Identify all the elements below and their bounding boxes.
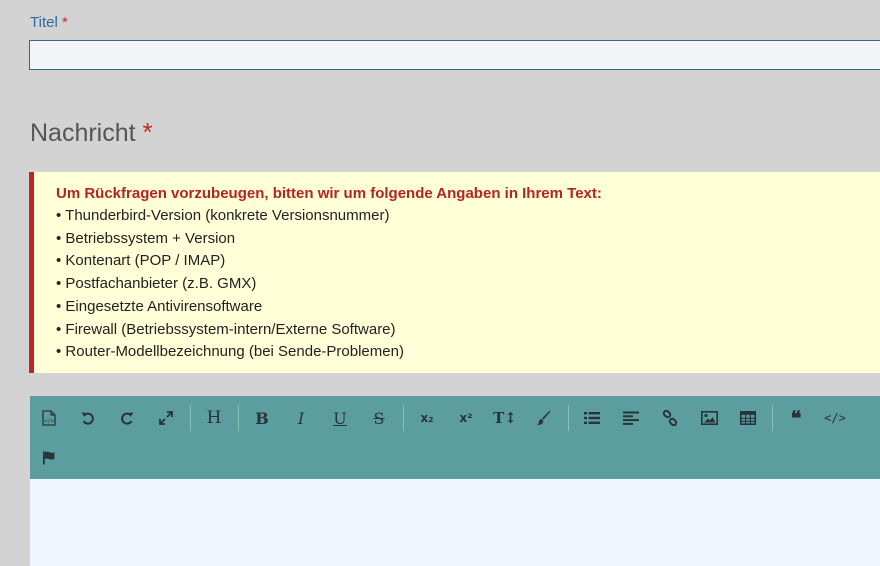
title-label-text: Titel xyxy=(30,14,58,31)
hint-item: Firewall (Betriebssystem-intern/Externe … xyxy=(56,319,880,342)
toolbar-separator xyxy=(402,405,404,431)
image-icon[interactable] xyxy=(695,404,723,432)
source-code-icon[interactable]: </> xyxy=(35,404,63,432)
toolbar-separator xyxy=(237,405,239,431)
superscript-icon[interactable]: x² xyxy=(452,404,480,432)
title-label: Titel * xyxy=(30,14,68,31)
toolbar-separator xyxy=(189,405,191,431)
required-mark: * xyxy=(61,14,68,31)
hint-box: Um Rückfragen vorzubeugen, bitten wir um… xyxy=(29,172,880,373)
flag-icon[interactable] xyxy=(35,444,63,472)
hint-item: Postfachanbieter (z.B. GMX) xyxy=(56,273,880,296)
fullscreen-icon[interactable] xyxy=(152,404,180,432)
paint-brush-icon[interactable] xyxy=(530,404,558,432)
underline-icon[interactable]: U xyxy=(326,404,354,432)
title-input[interactable] xyxy=(29,40,880,70)
hint-item: Kontenart (POP / IMAP) xyxy=(56,250,880,273)
link-icon[interactable] xyxy=(656,404,684,432)
align-left-icon[interactable] xyxy=(617,404,645,432)
text-size-icon[interactable]: T↕ xyxy=(491,404,519,432)
quote-icon[interactable]: ❝ xyxy=(782,404,810,432)
hint-item: Router-Modellbezeichnung (bei Sende-Prob… xyxy=(56,341,880,364)
redo-icon[interactable] xyxy=(113,404,141,432)
hint-item: Eingesetzte Antivirensoftware xyxy=(56,296,880,319)
message-heading: Nachricht * xyxy=(30,117,153,148)
rich-text-editor: </> H B I U S x₂ x² T↕ ❝ </> xyxy=(30,396,880,566)
message-heading-text: Nachricht xyxy=(30,119,136,147)
strikethrough-icon[interactable]: S xyxy=(365,404,393,432)
undo-icon[interactable] xyxy=(74,404,102,432)
hint-list: Thunderbird-Version (konkrete Versionsnu… xyxy=(56,205,880,364)
svg-text:</>: </> xyxy=(43,419,54,425)
list-icon[interactable] xyxy=(578,404,606,432)
code-icon[interactable]: </> xyxy=(821,404,849,432)
hint-item: Thunderbird-Version (konkrete Versionsnu… xyxy=(56,205,880,228)
hint-title: Um Rückfragen vorzubeugen, bitten wir um… xyxy=(56,185,602,202)
table-icon[interactable] xyxy=(734,404,762,432)
italic-icon[interactable]: I xyxy=(287,404,315,432)
editor-content-area[interactable] xyxy=(30,479,880,566)
toolbar-separator xyxy=(771,405,773,431)
required-mark: * xyxy=(142,117,153,147)
toolbar-row xyxy=(30,444,69,472)
hint-item: Betriebssystem + Version xyxy=(56,228,880,251)
toolbar-separator xyxy=(567,405,569,431)
heading-icon[interactable]: H xyxy=(200,404,228,432)
editor-toolbar: </> H B I U S x₂ x² T↕ ❝ </> xyxy=(30,396,880,479)
subscript-icon[interactable]: x₂ xyxy=(413,404,441,432)
bold-icon[interactable]: B xyxy=(248,404,276,432)
toolbar-row: </> H B I U S x₂ x² T↕ ❝ </> xyxy=(30,404,855,432)
